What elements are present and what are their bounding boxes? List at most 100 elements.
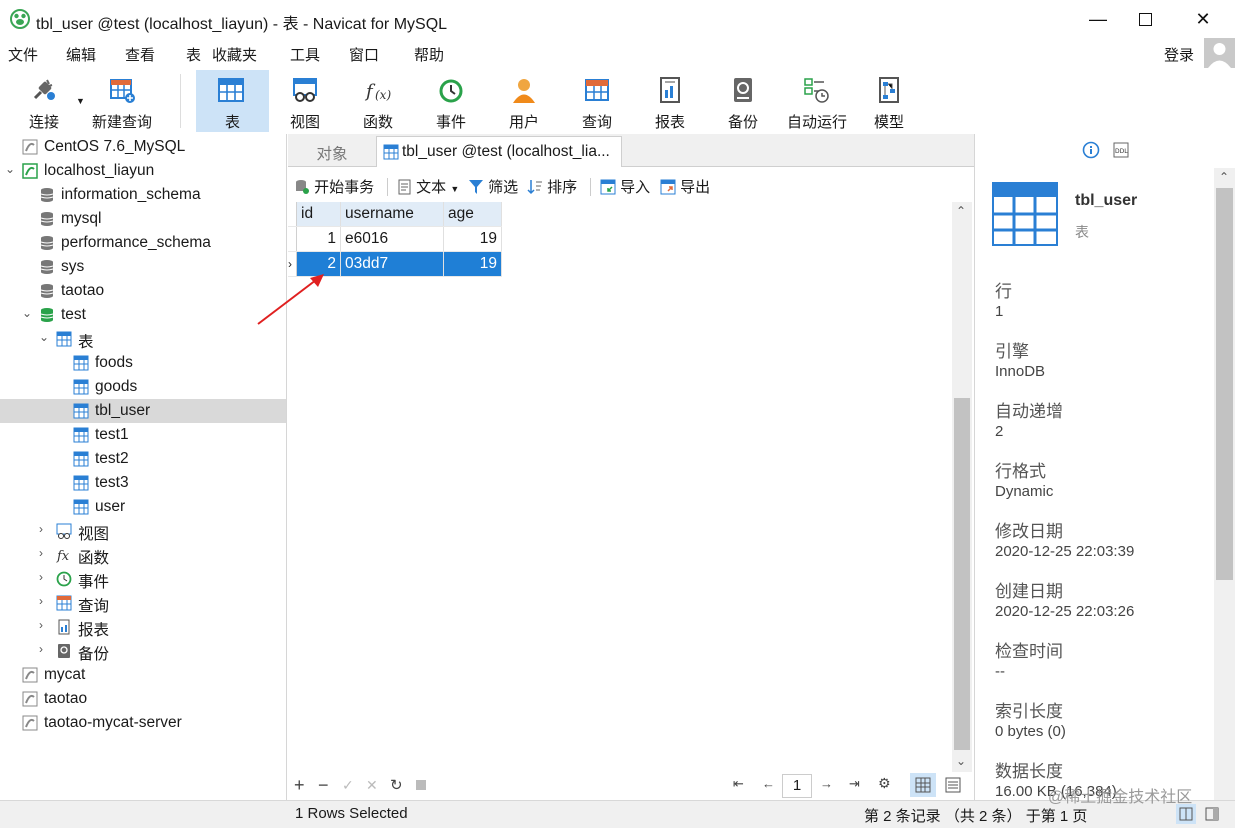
tree-table-user[interactable]: user bbox=[0, 495, 286, 519]
scroll-down-icon[interactable]: ⌄ bbox=[956, 754, 966, 768]
layout-toggle-button-2[interactable] bbox=[1202, 804, 1222, 824]
column-header-username[interactable]: username bbox=[340, 202, 444, 227]
ddl-icon[interactable]: DDL bbox=[1113, 142, 1129, 158]
tree-table-test1[interactable]: test1 bbox=[0, 423, 286, 447]
connection-tree[interactable]: CentOS 7.6_MySQL ⌄ localhost_liayun info… bbox=[0, 134, 287, 827]
scroll-up-icon[interactable]: ⌃ bbox=[956, 204, 966, 218]
connect-dropdown-icon[interactable]: ▼ bbox=[76, 96, 85, 106]
add-record-button[interactable]: + bbox=[294, 775, 305, 796]
toolbar-model-button[interactable]: 模型 bbox=[854, 70, 924, 132]
export-button[interactable]: 导出 bbox=[660, 176, 710, 197]
menu-help[interactable]: 帮助 bbox=[414, 44, 444, 65]
toolbar-table-button[interactable]: 表 bbox=[196, 70, 269, 132]
tree-connection-localhost[interactable]: ⌄ localhost_liayun bbox=[0, 159, 286, 183]
tree-db-performance-schema[interactable]: performance_schema bbox=[0, 231, 286, 255]
tree-group-reports[interactable]: › 报表 bbox=[0, 615, 286, 639]
chevron-right-icon[interactable]: › bbox=[39, 618, 51, 634]
first-page-button[interactable]: ⇤ bbox=[733, 776, 744, 792]
chevron-right-icon[interactable]: › bbox=[39, 522, 51, 538]
scroll-thumb[interactable] bbox=[1216, 188, 1233, 580]
menu-view[interactable]: 查看 bbox=[125, 44, 155, 65]
info-icon[interactable] bbox=[1082, 141, 1100, 159]
prev-page-button[interactable]: ← bbox=[762, 776, 775, 791]
minimize-button[interactable]: — bbox=[1075, 0, 1121, 38]
begin-transaction-button[interactable]: 开始事务 bbox=[294, 176, 374, 197]
tree-db-sys[interactable]: sys bbox=[0, 255, 286, 279]
tree-table-test3[interactable]: test3 bbox=[0, 471, 286, 495]
avatar[interactable] bbox=[1204, 38, 1235, 68]
new-query-button[interactable]: 新建查询 bbox=[87, 70, 157, 132]
connect-button[interactable]: 连接 bbox=[8, 70, 80, 132]
toolbar-view-button[interactable]: 视图 bbox=[270, 70, 340, 132]
menu-file[interactable]: 文件 bbox=[8, 44, 38, 65]
filter-button[interactable]: 筛选 bbox=[468, 176, 518, 197]
form-view-button[interactable] bbox=[940, 773, 966, 797]
tree-group-queries[interactable]: › 查询 bbox=[0, 591, 286, 615]
chevron-down-icon[interactable]: ⌄ bbox=[5, 162, 17, 178]
chevron-right-icon[interactable]: › bbox=[39, 546, 51, 562]
tab-objects[interactable]: 对象 bbox=[288, 136, 376, 166]
menu-tools[interactable]: 工具 bbox=[290, 44, 320, 65]
grid-view-button[interactable] bbox=[910, 773, 936, 797]
last-page-button[interactable]: ⇥ bbox=[849, 776, 860, 792]
table-row[interactable]: 1 e6016 19 bbox=[288, 226, 502, 252]
text-view-button[interactable]: 文本 ▼ bbox=[398, 176, 459, 197]
tree-connection-mycat[interactable]: mycat bbox=[0, 663, 286, 687]
login-link[interactable]: 登录 bbox=[1164, 44, 1194, 65]
menu-edit[interactable]: 编辑 bbox=[66, 44, 96, 65]
menu-favorites[interactable]: 收藏夹 bbox=[212, 44, 257, 65]
toolbar-user-button[interactable]: 用户 bbox=[489, 70, 559, 132]
tree-db-mysql[interactable]: mysql bbox=[0, 207, 286, 231]
stop-button[interactable] bbox=[416, 780, 426, 790]
tree-db-taotao[interactable]: taotao bbox=[0, 279, 286, 303]
tree-connection-taotao[interactable]: taotao bbox=[0, 687, 286, 711]
tree-db-information-schema[interactable]: information_schema bbox=[0, 183, 286, 207]
tree-group-views[interactable]: › 视图 bbox=[0, 519, 286, 543]
menu-table[interactable]: 表 bbox=[186, 44, 201, 65]
chevron-down-icon[interactable]: ⌄ bbox=[22, 306, 34, 322]
layout-toggle-button[interactable] bbox=[1176, 804, 1196, 824]
tree-table-test2[interactable]: test2 bbox=[0, 447, 286, 471]
grid-vertical-scrollbar[interactable]: ⌃ ⌄ bbox=[952, 202, 972, 772]
tree-db-test[interactable]: ⌄ test bbox=[0, 303, 286, 327]
data-grid[interactable]: id username age 1 e6016 19 › 2 03dd7 19 bbox=[257, 202, 952, 772]
tree-connection-centos[interactable]: CentOS 7.6_MySQL bbox=[0, 135, 286, 159]
page-number-input[interactable]: 1 bbox=[782, 774, 812, 798]
scroll-thumb[interactable] bbox=[954, 398, 970, 750]
row-header[interactable] bbox=[288, 226, 297, 252]
discard-changes-button[interactable]: ✕ bbox=[366, 777, 378, 794]
toolbar-backup-button[interactable]: 备份 bbox=[708, 70, 778, 132]
tree-group-backups[interactable]: › 备份 bbox=[0, 639, 286, 663]
cell-id[interactable]: 1 bbox=[296, 226, 341, 252]
tree-table-foods[interactable]: foods bbox=[0, 351, 286, 375]
import-button[interactable]: 导入 bbox=[600, 176, 650, 197]
tree-group-events[interactable]: › 事件 bbox=[0, 567, 286, 591]
cell-age[interactable]: 19 bbox=[443, 251, 502, 277]
tree-table-tbl-user[interactable]: tbl_user bbox=[0, 399, 286, 423]
toolbar-function-button[interactable]: f (x) 函数 bbox=[343, 70, 413, 132]
chevron-right-icon[interactable]: › bbox=[39, 642, 51, 658]
chevron-down-icon[interactable]: ⌄ bbox=[39, 330, 51, 346]
chevron-right-icon[interactable]: › bbox=[39, 594, 51, 610]
column-header-id[interactable]: id bbox=[296, 202, 341, 227]
column-header-age[interactable]: age bbox=[443, 202, 502, 227]
scroll-up-icon[interactable]: ⌃ bbox=[1219, 170, 1229, 184]
tree-group-tables[interactable]: ⌄ 表 bbox=[0, 327, 286, 351]
toolbar-query-button[interactable]: 查询 bbox=[562, 70, 632, 132]
gear-icon[interactable]: ⚙ bbox=[878, 775, 891, 792]
delete-record-button[interactable]: − bbox=[318, 775, 329, 796]
menu-window[interactable]: 窗口 bbox=[349, 44, 379, 65]
chevron-right-icon[interactable]: › bbox=[39, 570, 51, 586]
tree-connection-taotao-mycat-server[interactable]: taotao-mycat-server bbox=[0, 711, 286, 735]
toolbar-automation-button[interactable]: 自动运行 bbox=[781, 70, 853, 132]
sort-button[interactable]: 排序 bbox=[527, 176, 577, 197]
info-vertical-scrollbar[interactable]: ⌃ bbox=[1214, 168, 1235, 800]
close-button[interactable]: ✕ bbox=[1180, 0, 1226, 38]
toolbar-event-button[interactable]: 事件 bbox=[416, 70, 486, 132]
tree-table-goods[interactable]: goods bbox=[0, 375, 286, 399]
cell-username[interactable]: e6016 bbox=[340, 226, 444, 252]
apply-changes-button[interactable]: ✓ bbox=[342, 777, 354, 794]
maximize-button[interactable] bbox=[1122, 0, 1168, 38]
next-page-button[interactable]: → bbox=[820, 776, 833, 791]
refresh-button[interactable]: ↻ bbox=[390, 776, 403, 794]
